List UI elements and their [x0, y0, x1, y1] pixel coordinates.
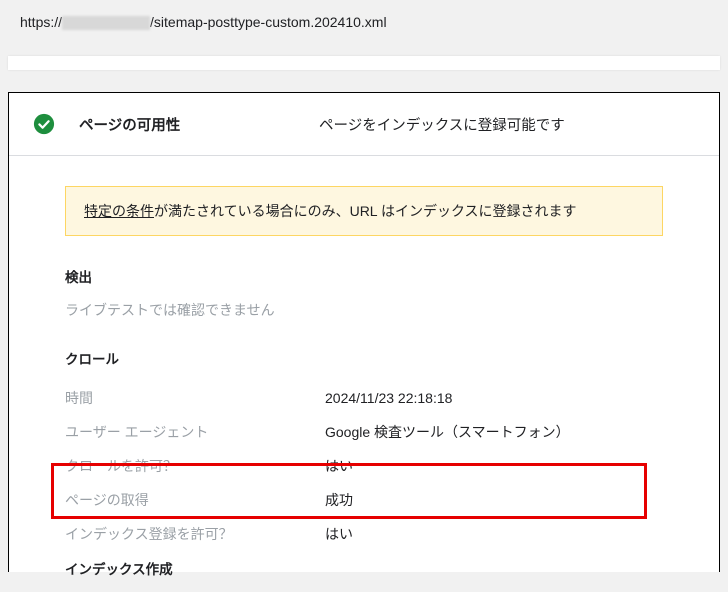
card-header[interactable]: ページの可用性 ページをインデックスに登録可能です — [9, 93, 719, 156]
details-block: 特定の条件が満たされている場合にのみ、URL はインデックスに登録されます 検出… — [9, 156, 719, 578]
discovery-section-title: 検出 — [65, 266, 663, 286]
url-masked-segment — [62, 16, 150, 30]
crawl-val: はい — [325, 524, 353, 544]
crawl-key: ユーザー エージェント — [65, 422, 325, 442]
url-suffix: /sitemap-posttype-custom.202410.xml — [150, 14, 387, 30]
url-bar: https:// /sitemap-posttype-custom.202410.… — [0, 0, 728, 44]
crawl-key: 時間 — [65, 388, 325, 408]
crawl-section-title: クロール — [65, 348, 663, 368]
page-availability-status: ページをインデックスに登録可能です — [319, 114, 565, 135]
crawl-row-time: 時間 2024/11/23 22:18:18 — [65, 388, 663, 408]
notice-rest: が満たされている場合にのみ、URL はインデックスに登録されます — [154, 203, 577, 219]
crawl-val: 成功 — [325, 490, 353, 510]
discovery-message: ライブテストでは確認できません — [65, 300, 663, 320]
crawl-row-allow: クロールを許可？ はい — [65, 456, 663, 476]
crawl-key: クロールを許可？ — [65, 456, 325, 476]
crawl-row-index-allow: インデックス登録を許可？ はい — [65, 524, 663, 544]
top-strip — [8, 56, 720, 70]
crawl-key: インデックス登録を許可？ — [65, 524, 325, 544]
url-prefix: https:// — [20, 14, 62, 30]
indexing-section-title: インデックス作成 — [65, 558, 663, 578]
notice-underlined: 特定の条件 — [84, 203, 154, 219]
page-availability-title: ページの可用性 — [79, 114, 319, 135]
crawl-row-fetch: ページの取得 成功 — [65, 490, 663, 510]
checkmark-circle-icon — [33, 113, 55, 135]
crawl-key: ページの取得 — [65, 490, 325, 510]
crawl-val: 2024/11/23 22:18:18 — [325, 390, 452, 406]
crawl-row-agent: ユーザー エージェント Google 検査ツール（スマートフォン） — [65, 422, 663, 442]
crawl-val: はい — [325, 456, 353, 476]
conditional-index-notice: 特定の条件が満たされている場合にのみ、URL はインデックスに登録されます — [65, 186, 663, 236]
inspection-card: ページの可用性 ページをインデックスに登録可能です 特定の条件が満たされている場… — [8, 92, 720, 572]
crawl-val: Google 検査ツール（スマートフォン） — [325, 422, 570, 442]
